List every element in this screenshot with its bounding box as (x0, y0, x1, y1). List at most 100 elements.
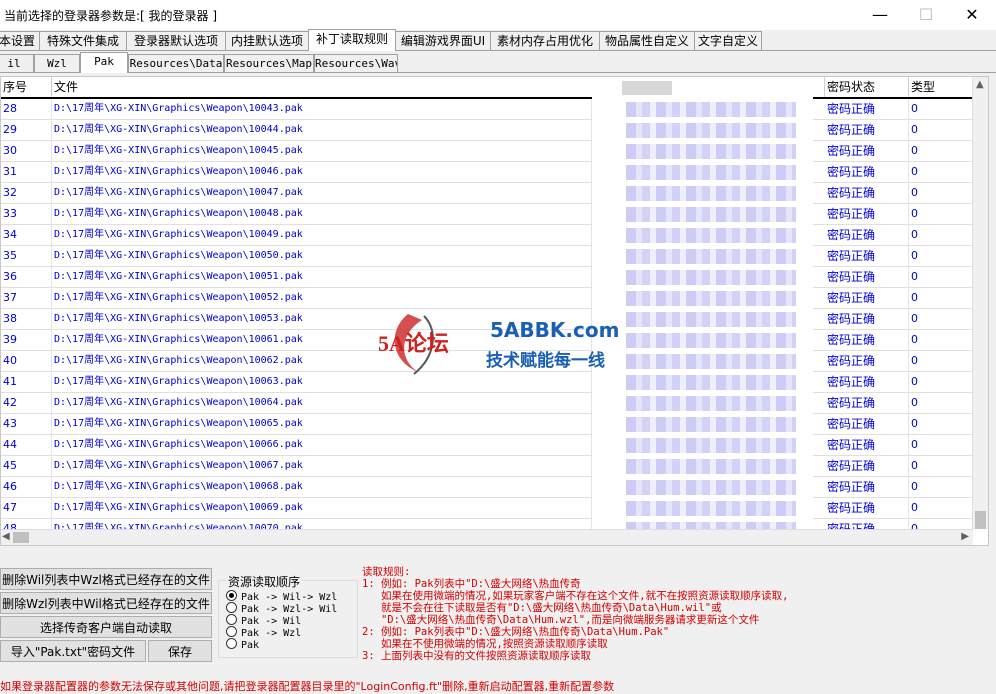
tab-sub-1[interactable]: Wzl (34, 54, 80, 72)
row-status: 密码正确 (825, 393, 909, 413)
row-type: 0 (909, 120, 973, 140)
redacted-cell (626, 270, 796, 285)
tab-main-8[interactable]: 文字自定义 (694, 31, 762, 50)
row-seq: 38 (1, 309, 52, 329)
import-pak-button[interactable]: 导入"Pak.txt"密码文件 (0, 640, 146, 662)
row-file: D:\17周年\XG-XIN\Graphics\Weapon\10067.pak (52, 456, 592, 476)
radio-icon[interactable] (226, 590, 237, 601)
row-status: 密码正确 (825, 288, 909, 308)
scroll-left-icon[interactable]: ◀ (2, 531, 10, 542)
scroll-right-icon[interactable]: ▶ (961, 531, 969, 542)
table-row[interactable]: 44 D:\17周年\XG-XIN\Graphics\Weapon\10066.p… (1, 435, 973, 456)
resource-order-option[interactable]: Pak -> Wil-> Wzl (226, 590, 337, 603)
table-row[interactable]: 42 D:\17周年\XG-XIN\Graphics\Weapon\10064.p… (1, 393, 973, 414)
row-file: D:\17周年\XG-XIN\Graphics\Weapon\10044.pak (52, 120, 592, 140)
table-row[interactable]: 45 D:\17周年\XG-XIN\Graphics\Weapon\10067.p… (1, 456, 973, 477)
row-file: D:\17周年\XG-XIN\Graphics\Weapon\10068.pak (52, 477, 592, 497)
row-seq: 42 (1, 393, 52, 413)
row-type: 0 (909, 162, 973, 182)
sub-tab-strip: il Wzl Pak Resources\Data Resources\Map Resou… (0, 52, 996, 73)
table-row[interactable]: 33 D:\17周年\XG-XIN\Graphics\Weapon\10048.p… (1, 204, 973, 225)
watermark: 5A论坛 5ABBK.com 技术赋能每一线 (378, 310, 619, 380)
row-type: 0 (909, 225, 973, 245)
tab-sub-3[interactable]: Resources\Data (128, 54, 224, 72)
row-seq: 31 (1, 162, 52, 182)
tab-main-4[interactable]: 补丁读取规则 (308, 29, 396, 51)
radio-icon[interactable] (226, 614, 237, 625)
tab-main-1[interactable]: 特殊文件集成 (39, 31, 127, 50)
table-row[interactable]: 28 D:\17周年\XG-XIN\Graphics\Weapon\10043.p… (1, 99, 973, 120)
table-row[interactable]: 30 D:\17周年\XG-XIN\Graphics\Weapon\10045.p… (1, 141, 973, 162)
row-type: 0 (909, 288, 973, 308)
row-type: 0 (909, 330, 973, 350)
horizontal-scroll-thumb[interactable] (13, 532, 29, 543)
header-seq[interactable]: 序号 (1, 77, 52, 97)
tab-main-5[interactable]: 编辑游戏界面UI (395, 31, 491, 50)
resource-order-option[interactable]: Pak (226, 638, 259, 651)
table-row[interactable]: 35 D:\17周年\XG-XIN\Graphics\Weapon\10050.p… (1, 246, 973, 267)
maximize-button[interactable]: ☐ (903, 0, 949, 30)
radio-icon[interactable] (226, 638, 237, 649)
row-type: 0 (909, 99, 973, 119)
redacted-cell (626, 291, 796, 306)
row-status: 密码正确 (825, 330, 909, 350)
table-row[interactable]: 31 D:\17周年\XG-XIN\Graphics\Weapon\10046.p… (1, 162, 973, 183)
auto-read-client-button[interactable]: 选择传奇客户端自动读取 (0, 616, 212, 638)
tab-sub-2[interactable]: Pak (80, 52, 128, 73)
radio-icon[interactable] (226, 626, 237, 637)
row-seq: 28 (1, 99, 52, 119)
redacted-cell (626, 144, 796, 159)
radio-icon[interactable] (226, 602, 237, 613)
row-file: D:\17周年\XG-XIN\Graphics\Weapon\10066.pak (52, 435, 592, 455)
table-row[interactable]: 36 D:\17周年\XG-XIN\Graphics\Weapon\10051.p… (1, 267, 973, 288)
vertical-scroll-thumb[interactable] (975, 511, 986, 529)
row-seq: 44 (1, 435, 52, 455)
table-row[interactable]: 43 D:\17周年\XG-XIN\Graphics\Weapon\10065.p… (1, 414, 973, 435)
resource-order-option[interactable]: Pak -> Wil (226, 614, 301, 627)
redacted-cell (626, 375, 796, 390)
table-row[interactable]: 46 D:\17周年\XG-XIN\Graphics\Weapon\10068.p… (1, 477, 973, 498)
row-type: 0 (909, 183, 973, 203)
resource-order-option[interactable]: Pak -> Wzl-> Wil (226, 602, 337, 615)
tab-sub-5[interactable]: Resources\Wav (314, 54, 398, 72)
tab-sub-0[interactable]: il (0, 54, 34, 72)
tab-main-0[interactable]: 本设置 (0, 31, 40, 50)
tab-main-6[interactable]: 素材内存占用优化 (490, 31, 600, 50)
horizontal-scrollbar[interactable]: ◀ ▶ (1, 529, 973, 545)
row-file: D:\17周年\XG-XIN\Graphics\Weapon\10046.pak (52, 162, 592, 182)
scroll-up-icon[interactable]: ▲ (976, 79, 984, 90)
delete-wil-dupes-button[interactable]: 删除Wil列表中Wzl格式已经存在的文件 (0, 568, 212, 590)
row-type: 0 (909, 141, 973, 161)
row-status: 密码正确 (825, 204, 909, 224)
close-button[interactable]: ✕ (949, 0, 995, 30)
delete-wzl-dupes-button[interactable]: 删除Wzl列表中Wil格式已经存在的文件 (0, 592, 212, 614)
tab-main-3[interactable]: 内挂默认选项 (225, 31, 309, 50)
table-row[interactable]: 29 D:\17周年\XG-XIN\Graphics\Weapon\10044.p… (1, 120, 973, 141)
minimize-button[interactable]: — (857, 0, 903, 30)
resource-order-option[interactable]: Pak -> Wzl (226, 626, 301, 639)
row-status: 密码正确 (825, 267, 909, 287)
tab-main-2[interactable]: 登录器默认选项 (126, 31, 226, 50)
row-status: 密码正确 (825, 120, 909, 140)
save-button[interactable]: 保存 (148, 640, 212, 662)
row-status: 密码正确 (825, 414, 909, 434)
row-file: D:\17周年\XG-XIN\Graphics\Weapon\10051.pak (52, 267, 592, 287)
table-row[interactable]: 32 D:\17周年\XG-XIN\Graphics\Weapon\10047.p… (1, 183, 973, 204)
tab-main-7[interactable]: 物品属性自定义 (599, 31, 695, 50)
redacted-cell (626, 501, 796, 516)
table-row[interactable]: 37 D:\17周年\XG-XIN\Graphics\Weapon\10052.p… (1, 288, 973, 309)
row-status: 密码正确 (825, 246, 909, 266)
row-seq: 39 (1, 330, 52, 350)
table-row[interactable]: 47 D:\17周年\XG-XIN\Graphics\Weapon\10069.p… (1, 498, 973, 519)
header-type[interactable]: 类型 (909, 77, 973, 97)
row-file: D:\17周年\XG-XIN\Graphics\Weapon\10047.pak (52, 183, 592, 203)
row-status: 密码正确 (825, 477, 909, 497)
row-status: 密码正确 (825, 372, 909, 392)
table-row[interactable]: 34 D:\17周年\XG-XIN\Graphics\Weapon\10049.p… (1, 225, 973, 246)
row-status: 密码正确 (825, 309, 909, 329)
main-tab-strip: 本设置 特殊文件集成 登录器默认选项 内挂默认选项 补丁读取规则 编辑游戏界面UI 素材内存… (0, 29, 996, 51)
redacted-cell (626, 165, 796, 180)
header-status[interactable]: 密码状态 (825, 77, 909, 97)
vertical-scrollbar[interactable]: ▲ (972, 77, 988, 529)
tab-sub-4[interactable]: Resources\Map (224, 54, 314, 72)
